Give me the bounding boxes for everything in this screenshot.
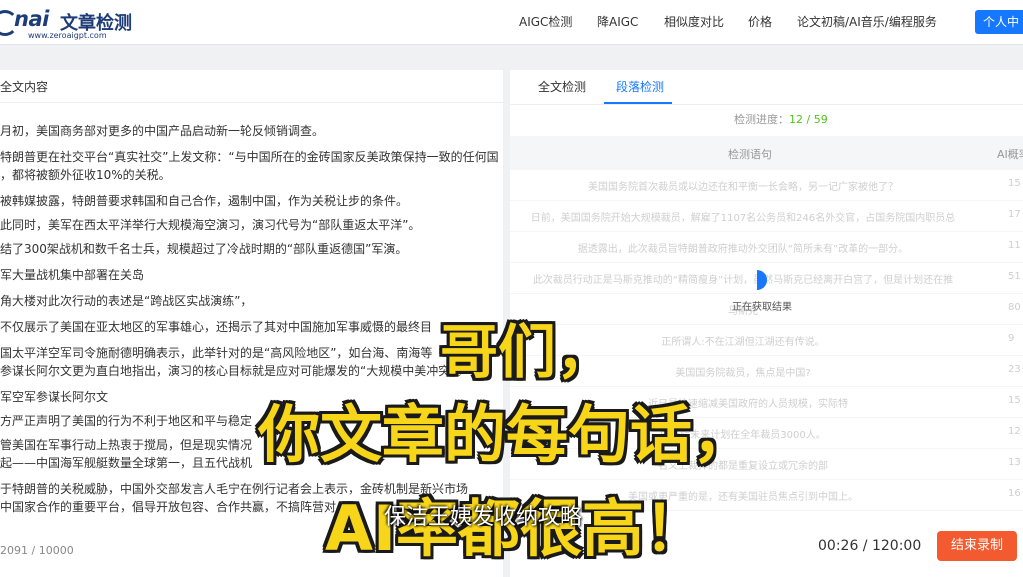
- article-line: 结了300架战机和数千名士兵，规模超过了冷战时期的“部队重返德国”军演。: [0, 242, 408, 256]
- user-center-button[interactable]: 个人中: [975, 10, 1023, 34]
- subtitle-text: 保洁王姨发收纳攻略: [384, 505, 583, 530]
- elapsed-time: 00:26: [818, 538, 859, 554]
- recording-timer: 00:26 / 120:00: [818, 538, 921, 554]
- article-line: 军大量战机集中部署在关岛: [0, 268, 145, 282]
- progress-value: 12 / 59: [789, 113, 828, 126]
- nav-reduce-aigc[interactable]: 降AIGC: [597, 13, 638, 30]
- loading-text: 正在获取结果: [732, 302, 792, 313]
- article-line: 月初，美国商务部对更多的中国产品启动新一轮反倾销调查。: [0, 124, 325, 138]
- article-line: 国太平洋空军司令施耐德明确表示，此举针对的是“高风险地区”，如台海、南海等: [0, 346, 433, 360]
- loading-indicator: 正在获取结果: [720, 270, 804, 313]
- timer-separator: /: [858, 538, 872, 554]
- divider: [0, 102, 503, 103]
- article-line: ，都将被额外征收10%的关税。: [0, 168, 171, 182]
- logo-wordmark: nai: [14, 7, 49, 31]
- nav-similarity[interactable]: 相似度对比: [664, 13, 724, 30]
- tab-full-detection[interactable]: 全文检测: [538, 78, 586, 95]
- table-header: 检测语句 AI概率: [510, 136, 1023, 170]
- column-ai-probability: AI概率: [997, 148, 1023, 161]
- article-line: 不仅展示了美国在亚太地区的军事雄心，还揭示了其对中国施加军事威慑的最终目: [0, 320, 433, 334]
- caption-line-2: 你文章的每句话，: [258, 398, 755, 471]
- nav-services[interactable]: 论文初稿/AI音乐/编程服务: [797, 13, 937, 30]
- spinner-icon: [757, 270, 767, 290]
- article-line: 参谋长阿尔文更为直白地指出，演习的核心目标就是应对可能爆发的“大规模中美冲突”。: [0, 364, 469, 378]
- nav-pricing[interactable]: 价格: [748, 13, 772, 30]
- char-counter: 2091 / 10000: [0, 544, 74, 557]
- progress-label: 检测进度：: [734, 113, 789, 126]
- divider: [510, 104, 1023, 105]
- column-sentence: 检测语句: [728, 148, 772, 161]
- article-line: 此同时，美军在西太平洋举行大规模海空演习，演习代号为“部队重返太平洋”。: [0, 218, 421, 232]
- article-line: 角大楼对此次行动的表述是“跨战区实战演练”，: [0, 294, 253, 308]
- detection-progress: 检测进度：12 / 59: [734, 111, 828, 127]
- total-time: 120:00: [871, 538, 922, 554]
- article-line: 特朗普更在社交平台“真实社交”上发文称：“与中国所在的金砖国家反美政策保持一致的…: [0, 150, 499, 164]
- tab-paragraph-detection[interactable]: 段落检测: [616, 78, 664, 95]
- logo-url: www.zeroaigpt.com: [28, 31, 107, 40]
- panel-title: 全文内容: [0, 80, 49, 94]
- caption-line-1: 哥们，: [440, 318, 615, 386]
- nav-aigc-detect[interactable]: AIGC检测: [519, 13, 572, 30]
- article-line: 被韩媒披露，特朗普要求韩国和自己合作，遏制中国，作为关税让步的条件。: [0, 194, 409, 208]
- top-navbar: nai 文章检测 www.zeroaigpt.com AIGC检测 降AIGC …: [0, 0, 1023, 45]
- end-recording-button[interactable]: 结束录制: [937, 531, 1017, 561]
